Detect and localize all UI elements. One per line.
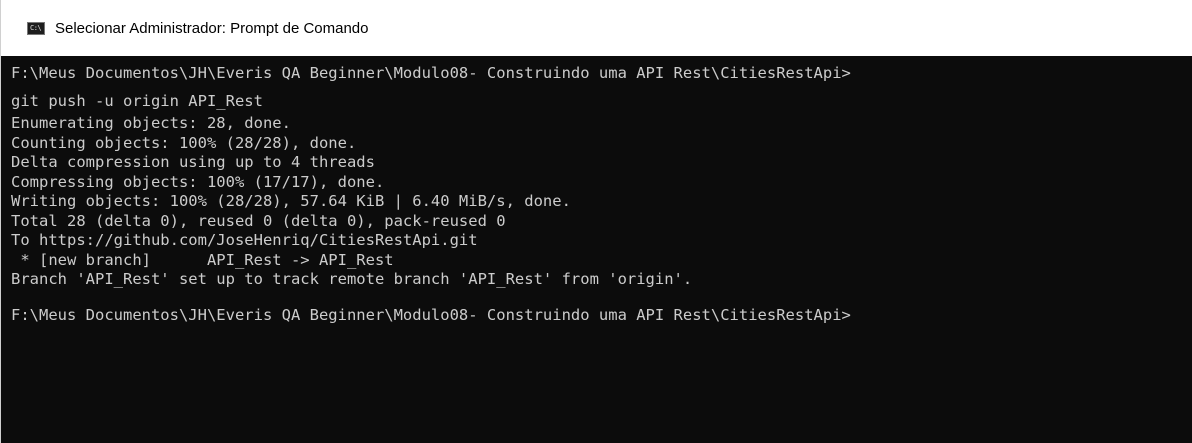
output-line: Delta compression using up to 4 threads <box>11 153 375 171</box>
output-line: Counting objects: 100% (28/28), done. <box>11 133 357 152</box>
output-line: Compressing objects: 100% (17/17), done. <box>11 172 385 191</box>
output-line: * [new branch] API_Rest -> API_Rest <box>11 250 394 269</box>
output-line: Total 28 (delta 0), reused 0 (delta 0), … <box>11 211 506 230</box>
output-line: Branch 'API_Rest' set up to track remote… <box>11 270 693 288</box>
console-area[interactable]: F:\Meus Documentos\JH\Everis QA Beginner… <box>1 56 1192 443</box>
output-line: Enumerating objects: 28, done. <box>11 114 291 132</box>
output-line: Writing objects: 100% (28/28), 57.64 KiB… <box>11 192 571 210</box>
prompt-line: F:\Meus Documentos\JH\Everis QA Beginner… <box>11 305 851 324</box>
command-prompt-window[interactable]: C:\ Selecionar Administrador: Prompt de … <box>0 0 1192 443</box>
command-line: git push -u origin API_Rest <box>11 92 263 110</box>
command-prompt-icon-text: C:\ <box>30 23 42 32</box>
prompt-line: F:\Meus Documentos\JH\Everis QA Beginner… <box>11 64 851 82</box>
title-bar[interactable]: C:\ Selecionar Administrador: Prompt de … <box>1 0 1192 56</box>
output-line: To https://github.com/JoseHenriq/CitiesR… <box>11 231 478 249</box>
command-prompt-icon: C:\ <box>27 21 45 35</box>
window-title: Selecionar Administrador: Prompt de Coma… <box>55 19 369 37</box>
